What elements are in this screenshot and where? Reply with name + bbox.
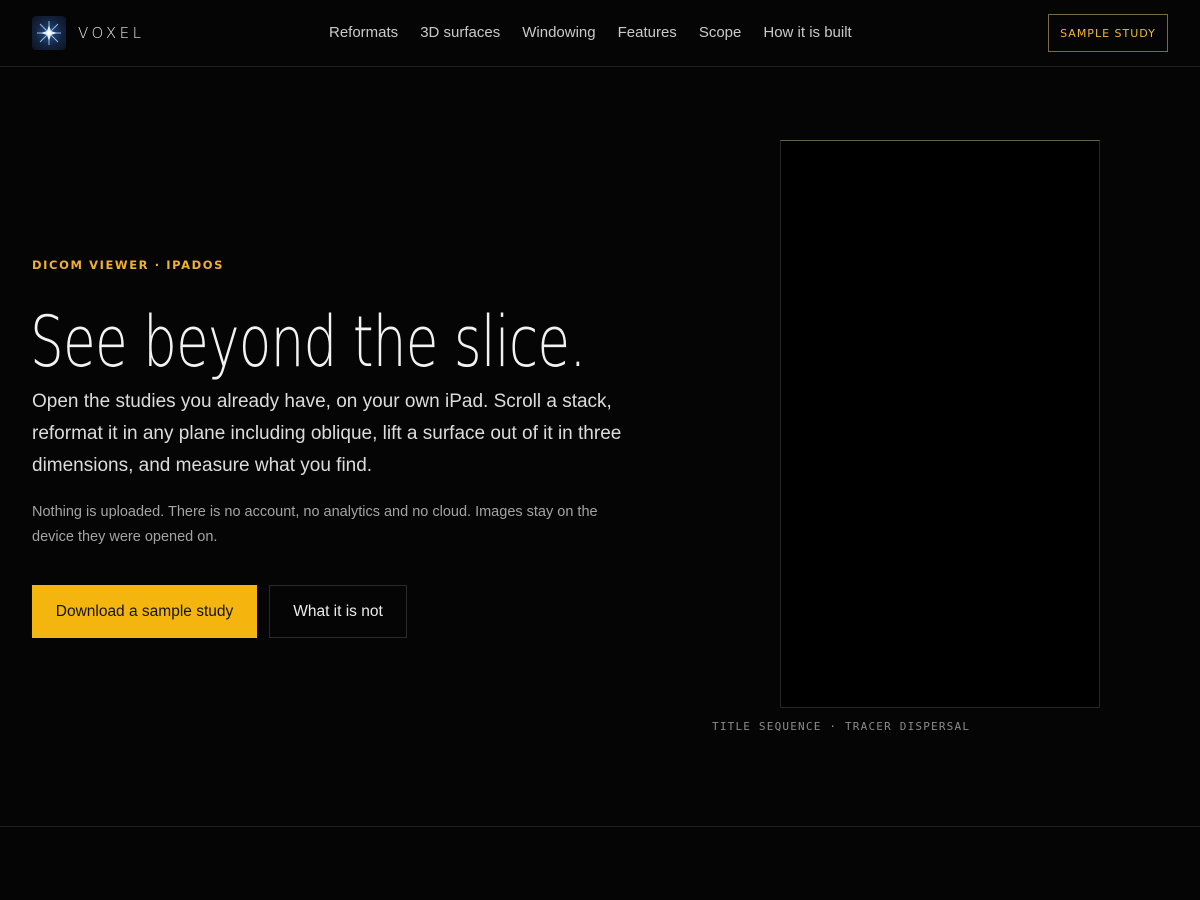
video-caption: TITLE SEQUENCE · TRACER DISPERSAL [712, 720, 971, 733]
title-sequence-video-frame[interactable] [780, 140, 1100, 708]
brand-name: VOXEL [78, 24, 145, 42]
nav-item-reformats[interactable]: Reformats [329, 22, 398, 44]
hero-privacy-note: Nothing is uploaded. There is no account… [32, 504, 598, 545]
nav-item-features[interactable]: Features [618, 22, 677, 44]
sample-study-button[interactable]: SAMPLE STUDY [1048, 14, 1168, 52]
nav-item-3d-surfaces[interactable]: 3D surfaces [420, 22, 500, 44]
top-navigation-bar: VOXEL Reformats 3D surfaces Windowing Fe… [0, 0, 1200, 67]
hero-lead-paragraph: Open the studies you already have, on yo… [32, 391, 622, 476]
nav-item-windowing[interactable]: Windowing [522, 22, 595, 44]
section-divider [0, 826, 1200, 827]
brand[interactable]: VOXEL [32, 16, 144, 50]
voxel-star-logo-icon [32, 16, 66, 50]
nav-item-how-it-is-built[interactable]: How it is built [763, 22, 851, 44]
main-nav: Reformats 3D surfaces Windowing Features… [329, 22, 874, 44]
what-it-is-not-button[interactable]: What it is not [269, 585, 407, 638]
download-sample-study-button[interactable]: Download a sample study [32, 585, 257, 638]
nav-item-scope[interactable]: Scope [699, 22, 742, 44]
hero-eyebrow: DICOM VIEWER · IPADOS [32, 258, 225, 272]
hero-headline: See beyond the slice. [30, 301, 586, 383]
